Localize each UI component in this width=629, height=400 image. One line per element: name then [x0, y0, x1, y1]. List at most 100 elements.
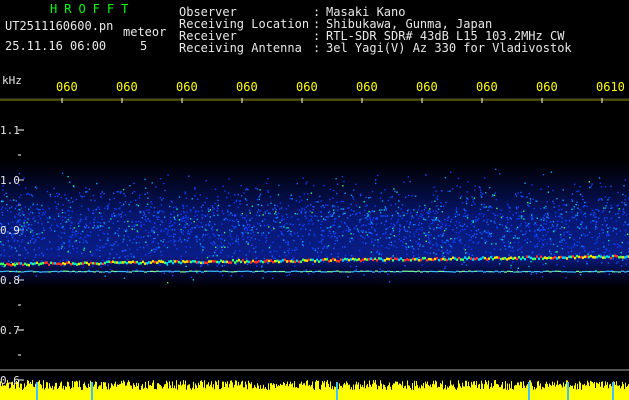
- noise-speck: [245, 219, 247, 222]
- noise-bar: [74, 381, 75, 400]
- noise-speck: [246, 263, 249, 265]
- noise-bar: [472, 384, 473, 400]
- secondary-trace-segment: [237, 270, 240, 272]
- noise-speck: [350, 233, 352, 235]
- carrier-segment: [284, 258, 286, 262]
- noise-speck: [16, 205, 18, 207]
- noise-bar: [491, 383, 492, 400]
- noise-speck: [268, 212, 270, 214]
- noise-bar: [570, 385, 571, 400]
- carrier-segment: [338, 260, 340, 263]
- noise-bar: [55, 382, 56, 400]
- noise-speck: [391, 196, 393, 198]
- carrier-segment: [0, 262, 2, 266]
- noise-speck: [540, 229, 543, 231]
- noise-speck: [464, 212, 466, 214]
- noise-speck: [547, 214, 549, 216]
- noise-bar: [342, 387, 343, 400]
- noise-speck: [523, 210, 525, 212]
- noise-speck: [205, 180, 207, 182]
- noise-speck: [356, 212, 358, 214]
- noise-speck: [533, 231, 536, 233]
- noise-bar: [581, 389, 582, 400]
- noise-bar: [300, 383, 301, 400]
- noise-speck: [82, 266, 84, 269]
- noise-speck: [206, 197, 208, 199]
- noise-bar: [297, 387, 298, 400]
- noise-bar: [329, 387, 330, 400]
- noise-speck: [167, 231, 169, 233]
- noise-bar: [83, 383, 84, 400]
- noise-speck: [128, 225, 130, 228]
- noise-bar: [483, 388, 484, 400]
- noise-speck: [168, 271, 171, 274]
- noise-speck: [373, 244, 375, 247]
- secondary-trace-segment: [342, 271, 345, 273]
- noise-bar: [479, 383, 480, 400]
- noise-speck: [529, 200, 532, 202]
- noise-bar: [250, 384, 251, 400]
- noise-speck: [224, 190, 226, 192]
- noise-speck: [106, 205, 108, 208]
- noise-speck: [143, 223, 145, 226]
- carrier-segment: [160, 260, 162, 263]
- noise-bar: [284, 382, 285, 400]
- carrier-segment: [154, 260, 156, 264]
- noise-speck: [75, 198, 78, 201]
- noise-speck: [342, 208, 345, 210]
- noise-speck: [98, 208, 101, 210]
- noise-speck: [369, 218, 372, 220]
- noise-bar: [167, 382, 168, 400]
- noise-bar: [345, 384, 346, 400]
- noise-speck: [471, 254, 473, 256]
- noise-speck: [274, 213, 276, 215]
- noise-speck: [608, 234, 610, 237]
- noise-bar: [473, 381, 474, 400]
- noise-bar: [582, 384, 583, 400]
- noise-speck: [172, 224, 174, 226]
- noise-speck: [168, 235, 170, 238]
- noise-speck: [305, 183, 307, 185]
- noise-bar: [341, 385, 342, 400]
- noise-speck: [145, 241, 147, 243]
- noise-speck: [117, 244, 119, 246]
- carrier-segment: [62, 262, 64, 265]
- noise-speck: [486, 221, 488, 223]
- noise-speck: [268, 232, 270, 234]
- noise-speck: [133, 228, 136, 230]
- noise-bar: [199, 385, 200, 400]
- secondary-trace-segment: [510, 270, 513, 273]
- noise-speck: [491, 195, 494, 197]
- noise-speck: [71, 210, 73, 213]
- noise-speck: [244, 217, 246, 219]
- noise-speck: [329, 232, 331, 235]
- noise-speck: [305, 269, 308, 271]
- noise-bar: [376, 384, 377, 400]
- carrier-segment: [328, 259, 330, 263]
- noise-speck: [69, 227, 71, 229]
- noise-speck: [375, 223, 377, 225]
- noise-bar: [217, 385, 218, 400]
- noise-speck: [433, 228, 435, 231]
- noise-speck: [520, 246, 523, 249]
- noise-speck: [428, 241, 430, 244]
- noise-speck: [531, 218, 533, 221]
- noise-speck: [333, 247, 335, 250]
- carrier-segment: [192, 260, 194, 263]
- noise-speck: [267, 191, 269, 193]
- noise-speck: [248, 250, 250, 252]
- noise-speck: [108, 220, 110, 223]
- noise-speck: [369, 232, 372, 234]
- noise-bar: [219, 389, 220, 400]
- noise-speck: [592, 220, 594, 222]
- noise-bar: [451, 384, 452, 400]
- noise-speck: [136, 235, 138, 238]
- noise-speck: [564, 219, 566, 221]
- noise-speck: [550, 221, 552, 223]
- noise-speck: [358, 231, 360, 234]
- secondary-trace-segment: [48, 271, 51, 273]
- carrier-segment: [256, 260, 258, 264]
- noise-speck: [339, 225, 341, 228]
- noise-speck: [520, 191, 522, 194]
- noise-speck: [495, 199, 497, 201]
